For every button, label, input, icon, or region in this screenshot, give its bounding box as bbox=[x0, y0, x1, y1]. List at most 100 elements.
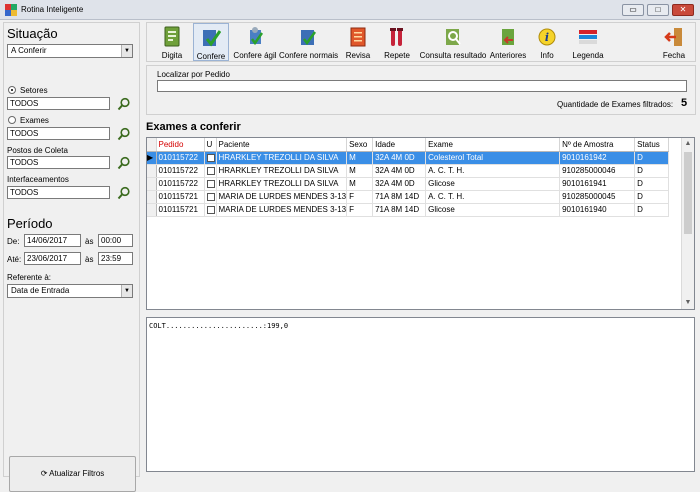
cell-u[interactable] bbox=[204, 203, 217, 217]
cell-paciente: HRARKLEY TREZOLLI DA SILVA bbox=[216, 151, 348, 165]
row-indicator[interactable] bbox=[147, 203, 157, 217]
digita-button[interactable]: Digita bbox=[155, 23, 189, 61]
exames-field[interactable]: TODOS bbox=[7, 127, 110, 140]
urgent-checkbox[interactable] bbox=[206, 153, 215, 162]
revisa-button[interactable]: Revisa bbox=[343, 23, 373, 61]
table-row[interactable]: 010115722 HRARKLEY TREZOLLI DA SILVA M 32A … bbox=[147, 164, 670, 178]
info-label: Info bbox=[540, 51, 554, 60]
ate-date-field[interactable]: 23/06/2017 bbox=[24, 252, 81, 265]
de-date-field[interactable]: 14/06/2017 bbox=[24, 234, 81, 247]
search-icon[interactable] bbox=[117, 127, 131, 141]
situacao-value: A Conferir bbox=[11, 46, 47, 55]
urgent-checkbox[interactable] bbox=[206, 192, 215, 201]
maximize-button[interactable]: □ bbox=[647, 4, 669, 16]
table-row[interactable]: ▶ 010115722 HRARKLEY TREZOLLI DA SILVA M 32A… bbox=[147, 151, 670, 165]
confere-normais-button[interactable]: Confere normais bbox=[279, 23, 339, 61]
confere-button[interactable]: Confere bbox=[193, 23, 229, 61]
column-header-status[interactable]: Status bbox=[634, 138, 670, 152]
row-indicator[interactable] bbox=[147, 164, 157, 178]
normal-check-icon bbox=[301, 30, 317, 46]
row-indicator[interactable] bbox=[147, 177, 157, 191]
search-icon[interactable] bbox=[117, 156, 131, 170]
cell-pedido: 010115721 bbox=[156, 190, 205, 204]
repete-label: Repete bbox=[384, 51, 410, 60]
consulta-resultado-button[interactable]: Consulta resultado bbox=[419, 23, 487, 61]
setores-radio[interactable] bbox=[8, 86, 16, 94]
urgent-checkbox[interactable] bbox=[206, 205, 215, 214]
cell-amostra: 9010161941 bbox=[559, 177, 636, 191]
row-indicator[interactable]: ▶ bbox=[147, 151, 157, 165]
cell-u[interactable] bbox=[204, 190, 217, 204]
urgent-checkbox[interactable] bbox=[206, 179, 215, 188]
fast-check-icon bbox=[250, 27, 264, 46]
column-header-sexo[interactable]: Sexo bbox=[346, 138, 374, 152]
referente-select[interactable]: Data de Entrada ▼ bbox=[7, 284, 133, 298]
confere-normais-label: Confere normais bbox=[279, 51, 339, 60]
situacao-select[interactable]: A Conferir ▼ bbox=[7, 44, 133, 58]
cell-amostra: 9010161942 bbox=[559, 151, 636, 165]
search-icon[interactable] bbox=[117, 186, 131, 200]
fecha-button[interactable]: Fecha bbox=[657, 23, 691, 61]
info-button[interactable]: i Info bbox=[533, 23, 561, 61]
test-tubes-icon bbox=[390, 28, 403, 46]
cell-u[interactable] bbox=[204, 164, 217, 178]
grid-scrollbar[interactable]: ▲ ▼ bbox=[681, 138, 694, 309]
locate-panel: Localizar por Pedido Quantidade de Exame… bbox=[146, 65, 696, 115]
minimize-button[interactable]: ▭ bbox=[622, 4, 644, 16]
postos-field[interactable]: TODOS bbox=[7, 156, 110, 169]
review-book-icon bbox=[350, 27, 366, 47]
column-header-paciente[interactable]: Paciente bbox=[216, 138, 348, 152]
confere-agil-button[interactable]: Confere ágil bbox=[233, 23, 277, 61]
scroll-up-icon[interactable]: ▲ bbox=[682, 138, 694, 150]
urgent-checkbox[interactable] bbox=[206, 166, 215, 175]
close-button[interactable]: ✕ bbox=[672, 4, 694, 16]
table-row[interactable]: 010115721 MARIA DE LURDES MENDES 3-13 F 71A… bbox=[147, 190, 670, 204]
de-as-label: às bbox=[85, 237, 94, 246]
column-header-idade[interactable]: Idade bbox=[372, 138, 427, 152]
cell-sexo: F bbox=[346, 190, 374, 204]
interface-field[interactable]: TODOS bbox=[7, 186, 110, 199]
de-label: De: bbox=[7, 237, 20, 246]
repete-button[interactable]: Repete bbox=[381, 23, 413, 61]
locate-input[interactable] bbox=[157, 80, 687, 92]
refresh-filters-label: Atualizar Filtros bbox=[49, 469, 105, 478]
column-header-u[interactable]: U bbox=[204, 138, 217, 152]
filtered-count-value: 5 bbox=[681, 97, 688, 109]
row-indicator[interactable] bbox=[147, 190, 157, 204]
result-memo[interactable]: COLT.......................:199,0 bbox=[146, 317, 695, 472]
setores-field[interactable]: TODOS bbox=[7, 97, 110, 110]
toolbar: Digita Confere Confere ágil Confere norm… bbox=[146, 22, 696, 62]
checkmark-doc-icon bbox=[203, 30, 221, 47]
situacao-title: Situação bbox=[7, 26, 58, 41]
chevron-down-icon: ▼ bbox=[121, 45, 132, 57]
cell-status: D bbox=[634, 177, 670, 191]
column-header-amostra[interactable]: Nº de Amostra bbox=[559, 138, 636, 152]
exames-radio[interactable] bbox=[8, 116, 16, 124]
search-icon[interactable] bbox=[117, 97, 131, 111]
column-header-pedido[interactable]: Pedido bbox=[156, 138, 205, 152]
cell-pedido: 010115722 bbox=[156, 177, 205, 191]
legenda-button[interactable]: Legenda bbox=[567, 23, 609, 61]
cell-idade: 32A 4M 0D bbox=[372, 164, 427, 178]
ate-time-field[interactable]: 23:59 bbox=[98, 252, 133, 265]
cell-status: D bbox=[634, 190, 670, 204]
grid-header-row: Pedido U Paciente Sexo Idade Exame Nº de… bbox=[147, 138, 670, 152]
de-time-field[interactable]: 00:00 bbox=[98, 234, 133, 247]
setores-label: Setores bbox=[20, 86, 48, 95]
table-row[interactable]: 010115722 HRARKLEY TREZOLLI DA SILVA M 32A … bbox=[147, 177, 670, 191]
anteriores-button[interactable]: Anteriores bbox=[489, 23, 527, 61]
cell-exame: Glicose bbox=[425, 203, 561, 217]
svg-text:i: i bbox=[545, 31, 549, 44]
cell-status: D bbox=[634, 203, 670, 217]
cell-u[interactable] bbox=[204, 151, 217, 165]
magnifier-doc-icon bbox=[446, 29, 461, 45]
table-row[interactable]: 010115721 MARIA DE LURDES MENDES 3-13 F 71A… bbox=[147, 203, 670, 217]
scroll-thumb[interactable] bbox=[684, 152, 692, 234]
column-header-exame[interactable]: Exame bbox=[425, 138, 561, 152]
locate-label: Localizar por Pedido bbox=[157, 70, 230, 79]
refresh-filters-button[interactable]: ⟳ Atualizar Filtros bbox=[9, 456, 136, 492]
cell-paciente: HRARKLEY TREZOLLI DA SILVA bbox=[216, 164, 348, 178]
scroll-down-icon[interactable]: ▼ bbox=[682, 297, 694, 309]
cell-u[interactable] bbox=[204, 177, 217, 191]
referente-label: Referente à: bbox=[7, 273, 52, 282]
